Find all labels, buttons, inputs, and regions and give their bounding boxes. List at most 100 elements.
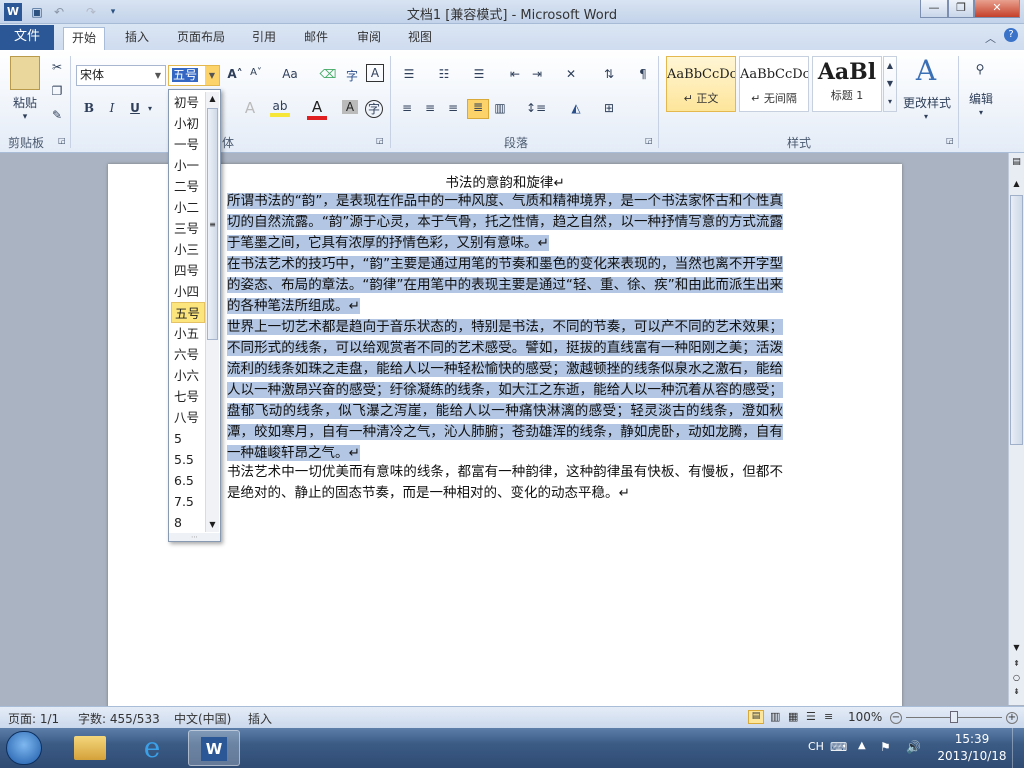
clear-format-icon[interactable]: ⌫ bbox=[318, 67, 338, 81]
font-size-option[interactable]: 5 bbox=[171, 428, 205, 449]
font-size-option[interactable]: 一号 bbox=[171, 134, 205, 155]
font-size-option[interactable]: 小初 bbox=[171, 113, 205, 134]
font-color-button[interactable]: A bbox=[307, 98, 327, 120]
style-no-spacing[interactable]: AaBbCcDc ↵ 无间隔 bbox=[739, 56, 809, 112]
tab-file[interactable]: 文件 bbox=[0, 25, 55, 50]
distributed-icon[interactable]: ▥ bbox=[491, 101, 509, 115]
paragraph-2[interactable]: 在书法艺术的技巧中，“韵”主要是通过用笔的节奏和墨色的变化来表现的，当然也离不开… bbox=[227, 254, 783, 317]
language-indicator[interactable]: 中文(中国) bbox=[174, 710, 231, 727]
tab-references[interactable]: 引用 bbox=[244, 27, 284, 50]
zoom-level[interactable]: 100% bbox=[848, 710, 882, 724]
copy-icon[interactable]: ❐ bbox=[50, 84, 64, 98]
document-title[interactable]: 书法的意韵和旋律↵ bbox=[227, 171, 783, 191]
enclose-char-icon[interactable]: 字 bbox=[365, 100, 383, 118]
char-border-button[interactable]: A bbox=[366, 64, 384, 82]
align-right-icon[interactable]: ≡ bbox=[444, 101, 462, 115]
paragraph-launcher-icon[interactable]: ◲ bbox=[645, 136, 653, 145]
shrink-font-button[interactable]: A˅ bbox=[247, 67, 265, 78]
full-screen-reading-icon[interactable]: ▥ bbox=[770, 710, 780, 723]
tab-review[interactable]: 审阅 bbox=[349, 27, 389, 50]
italic-button[interactable]: I bbox=[104, 101, 120, 115]
next-page-icon[interactable]: ⇟ bbox=[1010, 687, 1023, 701]
underline-dropdown-icon[interactable]: ▾ bbox=[145, 104, 155, 113]
paste-dropdown-icon[interactable]: ▾ bbox=[18, 112, 32, 122]
font-size-dropdown[interactable]: 初号 小初 一号 小一 二号 小二 三号 小三 四号 小四 五号 小五 六号 小六 七号 八号 5 5.5 6.5 7… bbox=[168, 89, 221, 542]
format-painter-icon[interactable]: ✎ bbox=[50, 108, 64, 122]
page-count[interactable]: 页面: 1/1 bbox=[8, 710, 59, 727]
font-size-option[interactable]: 小一 bbox=[171, 155, 205, 176]
paragraph-3[interactable]: 世界上一切艺术都是趋向于音乐状态的，特别是书法，不同的节奏，可以产不同的艺术效果… bbox=[227, 317, 783, 464]
tab-page-layout[interactable]: 页面布局 bbox=[169, 27, 233, 50]
zoom-slider-thumb[interactable] bbox=[950, 711, 958, 723]
multilevel-list-icon[interactable]: ☰ bbox=[468, 67, 490, 81]
font-name-combo[interactable]: 宋体 ▼ bbox=[76, 65, 166, 86]
font-size-option[interactable]: 6.5 bbox=[171, 470, 205, 491]
print-layout-icon[interactable]: ▤ bbox=[748, 710, 764, 724]
styles-scroll-icon[interactable]: ▲ ▼ ▾ bbox=[883, 56, 897, 112]
font-size-option[interactable]: 三号 bbox=[171, 218, 205, 239]
tab-home[interactable]: 开始 bbox=[63, 27, 106, 50]
change-styles-button[interactable]: 更改样式 bbox=[900, 94, 954, 111]
dropdown-scrollbar[interactable]: ▲ ≡ ▼ bbox=[205, 92, 219, 532]
explorer-taskbar-icon[interactable] bbox=[64, 730, 116, 766]
font-size-option[interactable]: 小六 bbox=[171, 365, 205, 386]
cut-icon[interactable]: ✂ bbox=[50, 60, 64, 74]
chevron-down-icon[interactable]: ▼ bbox=[151, 66, 165, 85]
font-size-option[interactable]: 7.5 bbox=[171, 491, 205, 512]
bullets-icon[interactable]: ☰ bbox=[398, 67, 420, 81]
font-launcher-icon[interactable]: ◲ bbox=[376, 136, 384, 145]
show-marks-icon[interactable]: ¶ bbox=[634, 67, 652, 81]
decrease-indent-icon[interactable]: ⇤ bbox=[506, 67, 524, 81]
borders-icon[interactable]: ⊞ bbox=[598, 101, 620, 115]
paste-button[interactable]: 粘贴 bbox=[10, 94, 40, 111]
editing-button[interactable]: 编辑 bbox=[964, 90, 998, 107]
chinese-layout-icon[interactable]: ✕ bbox=[560, 67, 582, 81]
scroll-up-icon[interactable]: ▲ bbox=[206, 92, 219, 106]
clock-time[interactable]: 15:39 bbox=[950, 732, 994, 746]
ime-indicator[interactable]: CH bbox=[808, 740, 824, 753]
scroll-down-icon[interactable]: ▼ bbox=[206, 518, 219, 532]
outline-icon[interactable]: ☰ bbox=[806, 710, 816, 723]
volume-icon[interactable]: 🔊 bbox=[906, 740, 921, 754]
editing-dropdown-icon[interactable]: ▾ bbox=[975, 108, 987, 117]
tab-insert[interactable]: 插入 bbox=[117, 27, 157, 50]
show-desktop-button[interactable] bbox=[1012, 728, 1024, 768]
numbering-icon[interactable]: ☷ bbox=[433, 67, 455, 81]
text-effect-icon[interactable]: A bbox=[240, 99, 260, 117]
help-icon[interactable]: ? bbox=[1004, 28, 1018, 42]
phonetic-guide-icon[interactable]: 字 bbox=[342, 67, 362, 84]
font-size-option[interactable]: 五号 bbox=[171, 302, 205, 323]
shading-icon[interactable]: ◭ bbox=[565, 101, 587, 115]
browse-object-icon[interactable]: ○ bbox=[1010, 673, 1023, 687]
align-center-icon[interactable]: ≡ bbox=[421, 101, 439, 115]
tab-view[interactable]: 视图 bbox=[400, 27, 440, 50]
minimize-button[interactable]: — bbox=[920, 0, 948, 18]
change-case-button[interactable]: Aa bbox=[279, 67, 301, 81]
font-size-option[interactable]: 八号 bbox=[171, 407, 205, 428]
change-styles-icon[interactable]: A bbox=[908, 54, 944, 87]
font-size-combo[interactable]: 五号 ▼ bbox=[168, 65, 220, 86]
web-layout-icon[interactable]: ▦ bbox=[788, 710, 798, 723]
ie-taskbar-icon[interactable]: e bbox=[126, 730, 178, 766]
font-size-option[interactable]: 小二 bbox=[171, 197, 205, 218]
scroll-thumb[interactable]: ≡ bbox=[207, 108, 218, 340]
draft-icon[interactable]: ≡ bbox=[824, 710, 833, 723]
increase-indent-icon[interactable]: ⇥ bbox=[528, 67, 546, 81]
font-size-option[interactable]: 初号 bbox=[171, 92, 205, 113]
grow-font-button[interactable]: A˄ bbox=[226, 67, 244, 81]
ruler-toggle-icon[interactable]: ▤ bbox=[1010, 157, 1023, 173]
font-size-option[interactable]: 四号 bbox=[171, 260, 205, 281]
zoom-out-icon[interactable]: − bbox=[890, 712, 902, 724]
word-taskbar-icon[interactable]: W bbox=[188, 730, 240, 766]
justify-icon[interactable]: ≣ bbox=[467, 99, 489, 119]
highlight-icon[interactable]: ab bbox=[270, 99, 290, 117]
styles-launcher-icon[interactable]: ◲ bbox=[946, 136, 954, 145]
tab-mailings[interactable]: 邮件 bbox=[296, 27, 336, 50]
restore-button[interactable]: ❐ bbox=[948, 0, 974, 18]
zoom-in-icon[interactable]: + bbox=[1006, 712, 1018, 724]
font-size-option[interactable]: 二号 bbox=[171, 176, 205, 197]
paragraph-1[interactable]: 所谓书法的“韵”，是表现在作品中的一种风度、气质和精神境界，是一个书法家怀古和个… bbox=[227, 191, 783, 254]
style-normal[interactable]: AaBbCcDc ↵ 正文 bbox=[666, 56, 736, 112]
font-size-option[interactable]: 8 bbox=[171, 512, 205, 533]
clipboard-launcher-icon[interactable]: ◲ bbox=[58, 136, 66, 145]
